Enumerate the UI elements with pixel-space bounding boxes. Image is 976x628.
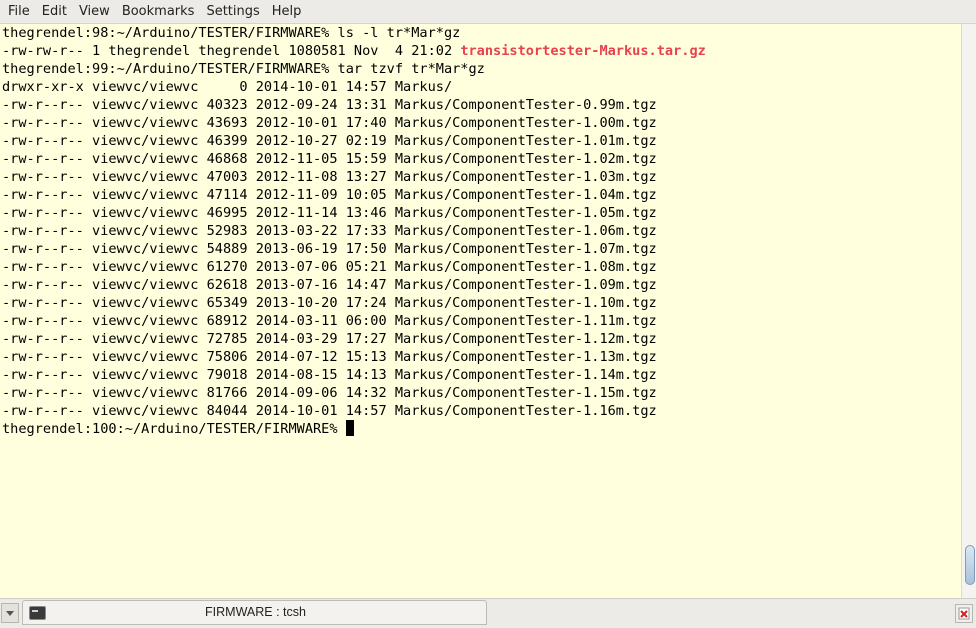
terminal-line-text: -rw-r--r-- viewvc/viewvc 62618 2013-07-1… — [2, 277, 657, 293]
terminal-line: -rw-r--r-- viewvc/viewvc 43693 2012-10-0… — [2, 114, 706, 132]
highlighted-filename: transistortester-Markus.tar.gz — [460, 43, 706, 59]
terminal-line: thegrendel:98:~/Arduino/TESTER/FIRMWARE%… — [2, 24, 706, 42]
terminal-line-text: -rw-r--r-- viewvc/viewvc 46995 2012-11-1… — [2, 205, 657, 221]
tab-bar: FIRMWARE : tcsh — [0, 598, 976, 628]
terminal-line-text: -rw-r--r-- viewvc/viewvc 47003 2012-11-0… — [2, 169, 657, 185]
tab-list-dropdown-icon[interactable] — [1, 603, 19, 623]
terminal-line-text: thegrendel:99:~/Arduino/TESTER/FIRMWARE%… — [2, 61, 485, 77]
terminal-line: thegrendel:99:~/Arduino/TESTER/FIRMWARE%… — [2, 60, 706, 78]
menu-edit[interactable]: Edit — [36, 0, 73, 23]
terminal-lines: thegrendel:98:~/Arduino/TESTER/FIRMWARE%… — [2, 24, 706, 438]
menu-view[interactable]: View — [73, 0, 116, 23]
terminal-line: -rw-r--r-- viewvc/viewvc 65349 2013-10-2… — [2, 294, 706, 312]
close-tab-icon[interactable] — [955, 604, 973, 623]
terminal-line: -rw-r--r-- viewvc/viewvc 47114 2012-11-0… — [2, 186, 706, 204]
menu-file[interactable]: File — [0, 0, 36, 23]
terminal-line-text: -rw-r--r-- viewvc/viewvc 61270 2013-07-0… — [2, 259, 657, 275]
terminal-line: -rw-r--r-- viewvc/viewvc 52983 2013-03-2… — [2, 222, 706, 240]
terminal-line: -rw-r--r-- viewvc/viewvc 46868 2012-11-0… — [2, 150, 706, 168]
vertical-scrollbar[interactable] — [961, 24, 976, 598]
scrollbar-thumb[interactable] — [965, 545, 975, 585]
terminal-line-text: -rw-r--r-- viewvc/viewvc 84044 2014-10-0… — [2, 403, 657, 419]
terminal-line-text: -rw-rw-r-- 1 thegrendel thegrendel 10805… — [2, 43, 461, 59]
terminal-line: -rw-r--r-- viewvc/viewvc 72785 2014-03-2… — [2, 330, 706, 348]
terminal-line-text: -rw-r--r-- viewvc/viewvc 46399 2012-10-2… — [2, 133, 657, 149]
terminal-line: -rw-r--r-- viewvc/viewvc 84044 2014-10-0… — [2, 402, 706, 420]
terminal-line-text: -rw-r--r-- viewvc/viewvc 75806 2014-07-1… — [2, 349, 657, 365]
terminal-line-text: -rw-r--r-- viewvc/viewvc 40323 2012-09-2… — [2, 97, 657, 113]
terminal-line: -rw-r--r-- viewvc/viewvc 54889 2013-06-1… — [2, 240, 706, 258]
terminal-output[interactable]: thegrendel:98:~/Arduino/TESTER/FIRMWARE%… — [0, 24, 961, 598]
terminal-line: -rw-r--r-- viewvc/viewvc 68912 2014-03-1… — [2, 312, 706, 330]
terminal-line: -rw-r--r-- viewvc/viewvc 61270 2013-07-0… — [2, 258, 706, 276]
terminal-line: -rw-r--r-- viewvc/viewvc 81766 2014-09-0… — [2, 384, 706, 402]
terminal-line: drwxr-xr-x viewvc/viewvc 0 2014-10-01 14… — [2, 78, 706, 96]
terminal-line-text: thegrendel:98:~/Arduino/TESTER/FIRMWARE%… — [2, 25, 461, 41]
terminal-line-text: thegrendel:100:~/Arduino/TESTER/FIRMWARE… — [2, 421, 346, 437]
terminal-line-text: -rw-r--r-- viewvc/viewvc 81766 2014-09-0… — [2, 385, 657, 401]
menu-help[interactable]: Help — [266, 0, 308, 23]
terminal-line: -rw-rw-r-- 1 thegrendel thegrendel 10805… — [2, 42, 706, 60]
text-cursor — [345, 420, 354, 436]
terminal-line: -rw-r--r-- viewvc/viewvc 40323 2012-09-2… — [2, 96, 706, 114]
terminal-line-text: -rw-r--r-- viewvc/viewvc 43693 2012-10-0… — [2, 115, 657, 131]
terminal-line-text: -rw-r--r-- viewvc/viewvc 52983 2013-03-2… — [2, 223, 657, 239]
terminal-line-text: -rw-r--r-- viewvc/viewvc 68912 2014-03-1… — [2, 313, 657, 329]
menu-settings[interactable]: Settings — [200, 0, 265, 23]
terminal-line: -rw-r--r-- viewvc/viewvc 47003 2012-11-0… — [2, 168, 706, 186]
menu-bookmarks[interactable]: Bookmarks — [116, 0, 201, 23]
terminal-line-text: -rw-r--r-- viewvc/viewvc 79018 2014-08-1… — [2, 367, 657, 383]
tab-title: FIRMWARE : tcsh — [205, 605, 306, 619]
terminal-line-text: -rw-r--r-- viewvc/viewvc 47114 2012-11-0… — [2, 187, 657, 203]
menubar: File Edit View Bookmarks Settings Help — [0, 0, 976, 24]
terminal-line: -rw-r--r-- viewvc/viewvc 79018 2014-08-1… — [2, 366, 706, 384]
terminal-line-text: -rw-r--r-- viewvc/viewvc 65349 2013-10-2… — [2, 295, 657, 311]
terminal-line: thegrendel:100:~/Arduino/TESTER/FIRMWARE… — [2, 420, 706, 438]
terminal-line-text: -rw-r--r-- viewvc/viewvc 54889 2013-06-1… — [2, 241, 657, 257]
terminal-line-text: drwxr-xr-x viewvc/viewvc 0 2014-10-01 14… — [2, 79, 453, 95]
terminal-line: -rw-r--r-- viewvc/viewvc 75806 2014-07-1… — [2, 348, 706, 366]
terminal-line-text: -rw-r--r-- viewvc/viewvc 72785 2014-03-2… — [2, 331, 657, 347]
terminal-tab[interactable]: FIRMWARE : tcsh — [22, 600, 487, 625]
terminal-line: -rw-r--r-- viewvc/viewvc 62618 2013-07-1… — [2, 276, 706, 294]
terminal-line-text: -rw-r--r-- viewvc/viewvc 46868 2012-11-0… — [2, 151, 657, 167]
terminal-line: -rw-r--r-- viewvc/viewvc 46399 2012-10-2… — [2, 132, 706, 150]
terminal-line: -rw-r--r-- viewvc/viewvc 46995 2012-11-1… — [2, 204, 706, 222]
